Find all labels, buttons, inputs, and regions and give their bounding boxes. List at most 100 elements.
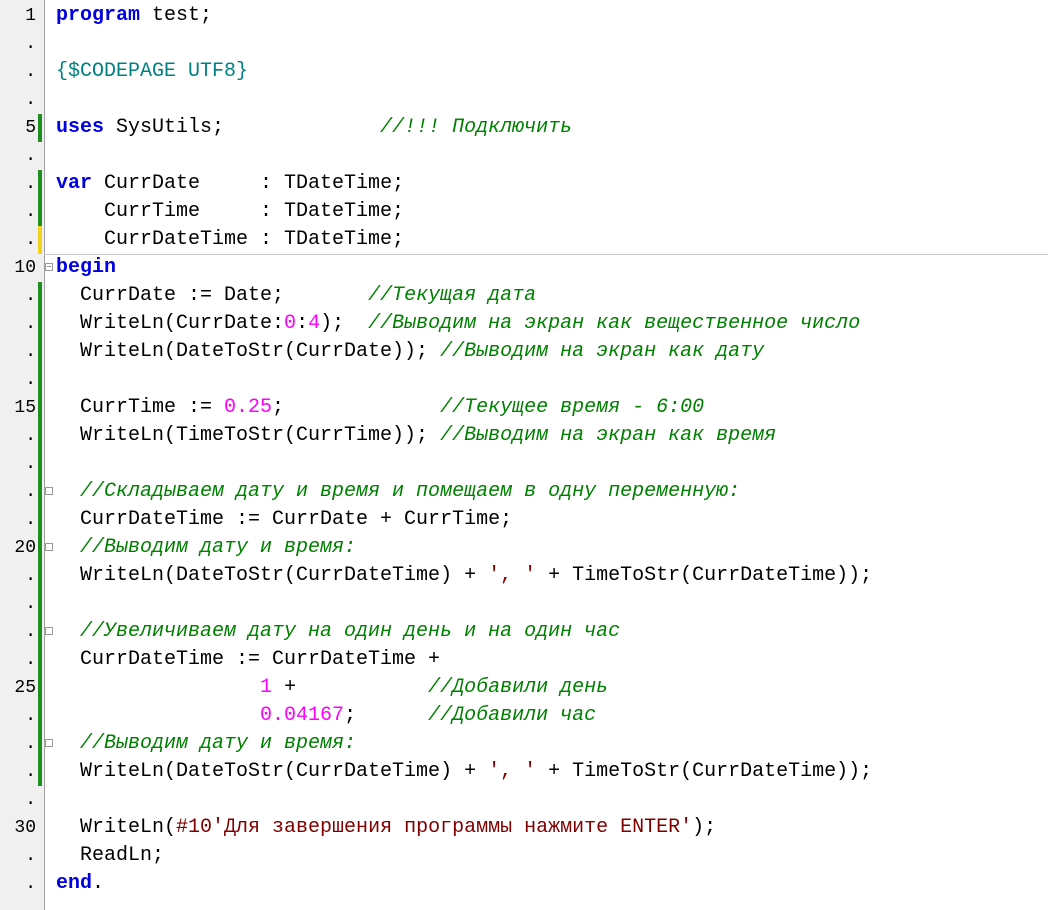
- code-line[interactable]: .: [0, 450, 1048, 478]
- token-cm: //Выводим дату и время:: [56, 536, 357, 559]
- code-line[interactable]: . WriteLn(CurrDate:0:4); //Выводим на эк…: [0, 310, 1048, 338]
- saved-change-marker: [38, 646, 42, 674]
- code-line[interactable]: . WriteLn(DateToStr(CurrDate)); //Выводи…: [0, 338, 1048, 366]
- code-text[interactable]: CurrDate := Date; //Текущая дата: [56, 282, 536, 310]
- line-number: .: [25, 650, 36, 670]
- code-text[interactable]: var CurrDate : TDateTime;: [56, 170, 404, 198]
- fold-marker-icon: [45, 739, 53, 747]
- token-cm: //Выводим на экран как дату: [440, 340, 765, 363]
- token-num: 0.04167: [260, 704, 345, 727]
- saved-change-marker: [38, 618, 42, 646]
- code-text[interactable]: 1 + //Добавили день: [56, 674, 608, 702]
- code-line[interactable]: 15 CurrTime := 0.25; //Текущее время - 6…: [0, 394, 1048, 422]
- token-kw: uses: [56, 116, 105, 139]
- code-text[interactable]: CurrDateTime : TDateTime;: [56, 226, 404, 254]
- code-text[interactable]: //Увеличиваем дату на один день и на оди…: [56, 618, 620, 646]
- code-line[interactable]: .: [0, 142, 1048, 170]
- code-text[interactable]: WriteLn(DateToStr(CurrDateTime) + ', ' +…: [56, 562, 872, 590]
- line-number: .: [25, 734, 36, 754]
- code-text[interactable]: CurrTime : TDateTime;: [56, 198, 404, 226]
- code-line[interactable]: .: [0, 786, 1048, 814]
- code-line[interactable]: . WriteLn(DateToStr(CurrDateTime) + ', '…: [0, 562, 1048, 590]
- saved-change-marker: [38, 590, 42, 618]
- code-line[interactable]: .: [0, 590, 1048, 618]
- code-line[interactable]: . CurrDateTime : TDateTime;: [0, 226, 1048, 254]
- token-cm: //!!! Подключить: [380, 116, 573, 139]
- code-text[interactable]: uses SysUtils; //!!! Подключить: [56, 114, 572, 142]
- code-line[interactable]: 5 uses SysUtils; //!!! Подключить: [0, 114, 1048, 142]
- fold-marker-icon: [45, 627, 53, 635]
- code-text[interactable]: WriteLn(DateToStr(CurrDate)); //Выводим …: [56, 338, 764, 366]
- code-text[interactable]: WriteLn(DateToStr(CurrDateTime) + ', ' +…: [56, 758, 872, 786]
- code-text[interactable]: CurrDateTime := CurrDate + CurrTime;: [56, 506, 512, 534]
- code-line[interactable]: .: [0, 366, 1048, 394]
- code-line[interactable]: . CurrDate := Date; //Текущая дата: [0, 282, 1048, 310]
- code-text[interactable]: 0.04167; //Добавили час: [56, 702, 596, 730]
- code-line[interactable]: . ReadLn;: [0, 842, 1048, 870]
- code-line[interactable]: 10 − begin: [0, 254, 1048, 282]
- line-number: 5: [25, 118, 36, 138]
- code-line[interactable]: . //Увеличиваем дату на один день и на о…: [0, 618, 1048, 646]
- saved-change-marker: [38, 282, 42, 310]
- code-text[interactable]: WriteLn(TimeToStr(CurrTime)); //Выводим …: [56, 422, 776, 450]
- code-text[interactable]: //Выводим дату и время:: [56, 730, 356, 758]
- code-text[interactable]: //Выводим дату и время:: [56, 534, 356, 562]
- code-line[interactable]: . CurrDateTime := CurrDateTime +: [0, 646, 1048, 674]
- code-line[interactable]: . {$CODEPAGE UTF8}: [0, 58, 1048, 86]
- code-line[interactable]: 1 program test;: [0, 2, 1048, 30]
- code-text[interactable]: WriteLn(#10'Для завершения программы наж…: [56, 814, 716, 842]
- code-line[interactable]: .: [0, 30, 1048, 58]
- code-line[interactable]: . WriteLn(DateToStr(CurrDateTime) + ', '…: [0, 758, 1048, 786]
- code-line[interactable]: . //Складываем дату и время и помещаем в…: [0, 478, 1048, 506]
- line-number: .: [25, 342, 36, 362]
- code-text[interactable]: end.: [56, 870, 104, 898]
- saved-change-marker: [38, 422, 42, 450]
- line-number: .: [25, 90, 36, 110]
- saved-change-marker: [38, 198, 42, 226]
- code-line[interactable]: 25 1 + //Добавили день: [0, 674, 1048, 702]
- saved-change-marker: [38, 394, 42, 422]
- token-cm: //Выводим на экран как вещественное числ…: [368, 312, 861, 335]
- code-editor[interactable]: 1 program test;.. {$CODEPAGE UTF8}. 5 uses S…: [0, 0, 1048, 910]
- code-text[interactable]: CurrTime := 0.25; //Текущее время - 6:00: [56, 394, 704, 422]
- line-number: 1: [25, 6, 36, 26]
- code-line[interactable]: . end.: [0, 870, 1048, 898]
- code-text[interactable]: WriteLn(CurrDate:0:4); //Выводим на экра…: [56, 310, 860, 338]
- token-plain: test;: [140, 4, 213, 27]
- token-plain: :: [296, 312, 309, 335]
- code-line[interactable]: 30 WriteLn(#10'Для завершения программы …: [0, 814, 1048, 842]
- code-text[interactable]: program test;: [56, 2, 212, 30]
- code-line[interactable]: . CurrDateTime := CurrDate + CurrTime;: [0, 506, 1048, 534]
- line-number: .: [25, 62, 36, 82]
- token-str: #10'Для завершения программы нажмите ENT…: [176, 816, 693, 839]
- token-plain: WriteLn(DateToStr(CurrDateTime) +: [56, 564, 489, 587]
- token-plain: WriteLn(CurrDate:: [56, 312, 285, 335]
- code-text[interactable]: begin: [56, 254, 116, 282]
- saved-change-marker: [38, 730, 42, 758]
- token-num: 4: [308, 312, 321, 335]
- line-number: .: [25, 454, 36, 474]
- token-cm: //Добавили час: [428, 704, 597, 727]
- token-cm: //Выводим дату и время:: [56, 732, 357, 755]
- token-plain: + TimeToStr(CurrDateTime));: [536, 564, 873, 587]
- saved-change-marker: [38, 534, 42, 562]
- fold-collapse-icon[interactable]: −: [45, 263, 53, 271]
- code-line[interactable]: . //Выводим дату и время:: [0, 730, 1048, 758]
- line-number: .: [25, 790, 36, 810]
- code-line[interactable]: 20 //Выводим дату и время:: [0, 534, 1048, 562]
- code-line[interactable]: . WriteLn(TimeToStr(CurrTime)); //Выводи…: [0, 422, 1048, 450]
- line-number: 25: [14, 678, 36, 698]
- code-line[interactable]: .: [0, 86, 1048, 114]
- code-line[interactable]: . 0.04167; //Добавили час: [0, 702, 1048, 730]
- code-text[interactable]: //Складываем дату и время и помещаем в о…: [56, 478, 740, 506]
- code-line[interactable]: . CurrTime : TDateTime;: [0, 198, 1048, 226]
- code-text[interactable]: ReadLn;: [56, 842, 164, 870]
- token-cm: //Выводим на экран как время: [440, 424, 777, 447]
- code-line[interactable]: . var CurrDate : TDateTime;: [0, 170, 1048, 198]
- code-text[interactable]: {$CODEPAGE UTF8}: [56, 58, 248, 86]
- token-cm: //Текущее время - 6:00: [440, 396, 705, 419]
- token-plain: + TimeToStr(CurrDateTime));: [536, 760, 873, 783]
- token-kw: program: [56, 4, 141, 27]
- token-cm: //Добавили день: [428, 676, 609, 699]
- code-text[interactable]: CurrDateTime := CurrDateTime +: [56, 646, 440, 674]
